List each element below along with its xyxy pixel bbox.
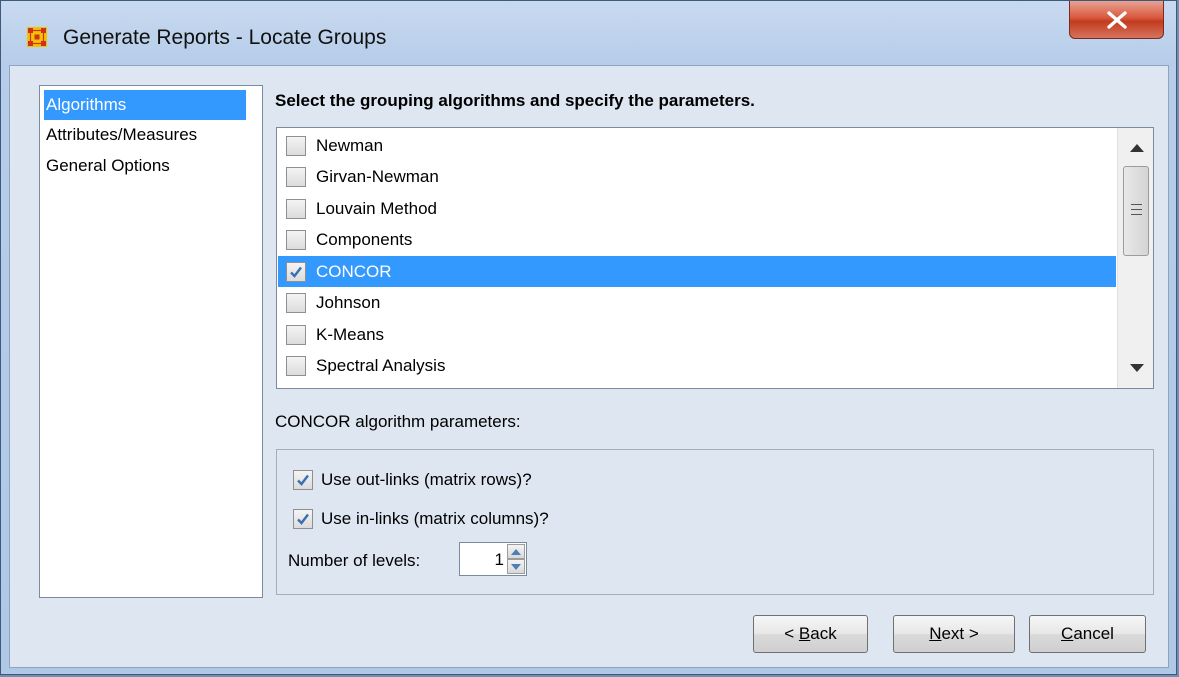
algorithm-label: CONCOR bbox=[316, 261, 392, 281]
checkbox[interactable] bbox=[286, 292, 306, 313]
cancel-button[interactable]: Cancel bbox=[1029, 615, 1146, 653]
decrement-button[interactable] bbox=[507, 559, 525, 574]
close-button[interactable] bbox=[1069, 1, 1164, 39]
checkmark-icon bbox=[297, 513, 309, 525]
instruction-text: Select the grouping algorithms and speci… bbox=[275, 91, 755, 110]
levels-label: Number of levels: bbox=[288, 551, 421, 570]
in-links-checkbox[interactable] bbox=[293, 509, 313, 529]
algorithm-label: Newman bbox=[316, 135, 384, 155]
checkmark-icon bbox=[297, 474, 309, 486]
close-icon bbox=[1106, 10, 1127, 29]
back-mnemonic: B bbox=[798, 624, 811, 643]
window-title: Generate Reports - Locate Groups bbox=[63, 26, 387, 49]
next-label-rest: ext > bbox=[941, 624, 979, 643]
algorithm-item-girvan-newman[interactable]: Girvan-Newman bbox=[278, 161, 1116, 192]
grip-line bbox=[1131, 214, 1142, 215]
scroll-down-arrow-icon[interactable] bbox=[1130, 364, 1144, 372]
algorithm-item-louvain-method[interactable]: Louvain Method bbox=[278, 193, 1116, 224]
checkbox[interactable] bbox=[286, 166, 306, 187]
checkbox-checked[interactable] bbox=[286, 261, 306, 282]
nav-item-label: Attributes/Measures bbox=[46, 125, 198, 144]
nav-item-general-options[interactable]: General Options bbox=[44, 151, 246, 181]
vertical-scrollbar[interactable] bbox=[1117, 128, 1153, 388]
out-links-label: Use out-links (matrix rows)? bbox=[321, 470, 532, 489]
out-links-option[interactable]: Use out-links (matrix rows)? bbox=[293, 470, 532, 490]
spin-down-icon bbox=[511, 563, 521, 570]
in-links-label: Use in-links (matrix columns)? bbox=[321, 509, 549, 528]
algorithm-item-johnson[interactable]: Johnson bbox=[278, 287, 1116, 318]
algorithm-label: Girvan-Newman bbox=[316, 166, 439, 186]
nav-item-attributes-measures[interactable]: Attributes/Measures bbox=[44, 120, 246, 150]
scrollbar-thumb[interactable] bbox=[1123, 166, 1149, 256]
algorithm-label: K-Means bbox=[316, 324, 385, 344]
next-button[interactable]: Next > bbox=[893, 615, 1015, 653]
levels-value[interactable]: 1 bbox=[495, 550, 504, 570]
checkbox[interactable] bbox=[286, 229, 306, 250]
params-heading: CONCOR algorithm parameters: bbox=[275, 412, 521, 431]
cancel-mnemonic: C bbox=[1061, 624, 1074, 643]
dialog-content: Algorithms Attributes/Measures General O… bbox=[9, 65, 1169, 668]
checkbox[interactable] bbox=[286, 324, 306, 345]
nav-item-label: General Options bbox=[46, 156, 170, 175]
scroll-up-arrow-icon[interactable] bbox=[1130, 144, 1144, 152]
levels-spinner[interactable]: 1 bbox=[459, 542, 527, 576]
algorithm-item-concor[interactable]: CONCOR bbox=[278, 256, 1116, 287]
next-mnemonic: N bbox=[929, 624, 942, 643]
grip-line bbox=[1131, 204, 1142, 205]
back-button[interactable]: < Back bbox=[753, 615, 868, 653]
increment-button[interactable] bbox=[507, 544, 525, 559]
spin-up-icon bbox=[511, 548, 521, 555]
params-panel: Use out-links (matrix rows)? Use in-link… bbox=[276, 449, 1154, 595]
cancel-label-rest: ancel bbox=[1073, 624, 1114, 643]
checkbox[interactable] bbox=[286, 355, 306, 376]
in-links-option[interactable]: Use in-links (matrix columns)? bbox=[293, 509, 549, 529]
checkbox[interactable] bbox=[286, 198, 306, 219]
checkbox[interactable] bbox=[286, 135, 306, 156]
algorithm-label: Louvain Method bbox=[316, 198, 437, 218]
algorithm-item-spectral-analysis[interactable]: Spectral Analysis bbox=[278, 350, 1116, 381]
algorithm-label: Johnson bbox=[316, 292, 381, 312]
title-bar[interactable]: Generate Reports - Locate Groups bbox=[1, 1, 1176, 65]
category-list: Algorithms Attributes/Measures General O… bbox=[39, 85, 263, 598]
algorithm-label: Components bbox=[316, 229, 413, 249]
grip-line bbox=[1131, 209, 1142, 210]
back-prefix: < bbox=[784, 624, 799, 643]
algorithm-list[interactable]: Newman Girvan-Newman Louvain Method Comp… bbox=[276, 127, 1154, 389]
back-label-rest: ack bbox=[810, 624, 837, 643]
algorithm-item-k-means[interactable]: K-Means bbox=[278, 319, 1116, 350]
algorithm-item-components[interactable]: Components bbox=[278, 224, 1116, 255]
nav-item-label: Algorithms bbox=[46, 95, 127, 114]
algorithm-label: Spectral Analysis bbox=[316, 355, 446, 375]
dialog-window: Generate Reports - Locate Groups Algorit… bbox=[0, 0, 1177, 675]
nav-item-algorithms[interactable]: Algorithms bbox=[44, 90, 246, 120]
checkmark-icon bbox=[290, 266, 302, 278]
app-icon bbox=[27, 27, 47, 47]
out-links-checkbox[interactable] bbox=[293, 470, 313, 490]
algorithm-item-newman[interactable]: Newman bbox=[278, 130, 1116, 161]
